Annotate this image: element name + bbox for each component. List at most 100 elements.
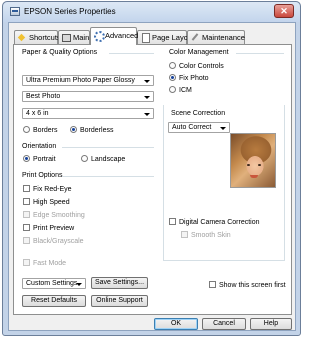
checkbox-box <box>181 231 188 238</box>
chevron-down-icon <box>144 80 150 83</box>
checkbox-box <box>23 198 30 205</box>
orientation-divider <box>62 147 154 148</box>
checkbox-box <box>169 218 176 225</box>
maintenance-icon <box>191 33 199 41</box>
edge-smoothing-label: Edge Smoothing <box>33 212 85 219</box>
checkbox-box <box>23 259 30 266</box>
icm-label: ICM <box>179 87 192 94</box>
color-group-bottom-border <box>163 260 285 261</box>
tab-main-label: Main <box>73 33 90 42</box>
page-layout-icon <box>141 33 150 43</box>
paper-size-select[interactable]: 4 x 6 in <box>22 108 154 119</box>
reset-defaults-button[interactable]: Reset Defaults <box>22 295 86 307</box>
fix-photo-radio[interactable]: Fix Photo <box>169 74 209 83</box>
save-settings-button[interactable]: Save Settings... <box>91 277 148 289</box>
black-grayscale-label: Black/Grayscale <box>33 238 84 245</box>
paper-size-value: 4 x 6 in <box>26 110 49 117</box>
borderless-label: Borderless <box>80 127 114 134</box>
borderless-radio[interactable]: Borderless <box>70 126 113 135</box>
tab-maintenance[interactable]: Maintenance <box>187 30 245 44</box>
shortcut-icon <box>18 33 26 41</box>
radio-circle-selected <box>23 155 30 162</box>
chevron-down-icon <box>144 113 150 116</box>
fix-red-eye-checkbox[interactable]: Fix Red-Eye <box>23 185 72 194</box>
quality-value: Best Photo <box>26 93 61 100</box>
radio-circle-selected <box>169 74 176 81</box>
smooth-skin-checkbox[interactable]: Smooth Skin <box>181 231 231 240</box>
settings-value: Custom Settings <box>26 280 78 287</box>
color-group-left-border <box>163 105 164 260</box>
paper-quality-group-label: Paper & Quality Options <box>22 49 100 56</box>
printer-app-icon <box>10 7 20 16</box>
borders-radio[interactable]: Borders <box>23 126 58 135</box>
chevron-down-icon <box>220 127 226 130</box>
tab-main[interactable]: Main <box>58 30 90 44</box>
high-speed-label: High Speed <box>33 199 70 206</box>
tab-shortcuts[interactable]: Shortcuts <box>14 30 61 44</box>
fix-red-eye-label: Fix Red-Eye <box>33 186 72 193</box>
checkbox-box <box>23 211 30 218</box>
checkbox-box <box>23 237 30 244</box>
black-grayscale-checkbox[interactable]: Black/Grayscale <box>23 237 84 246</box>
color-management-divider <box>236 53 284 54</box>
portrait-radio[interactable]: Portrait <box>23 155 56 164</box>
scene-correction-label: Scene Correction <box>171 110 228 117</box>
borders-label: Borders <box>33 127 58 134</box>
tab-maintenance-label: Maintenance <box>202 33 245 42</box>
preview-photo <box>230 133 276 188</box>
chevron-down-icon <box>144 96 150 99</box>
print-preview-label: Print Preview <box>33 225 75 232</box>
online-support-button[interactable]: Online Support <box>91 295 148 307</box>
properties-window: EPSON Series Properties ✕ Shortcuts Main… <box>2 1 301 336</box>
icm-radio[interactable]: ICM <box>169 86 192 95</box>
paper-type-value: Ultra Premium Photo Paper Glossy <box>26 77 135 84</box>
tab-advanced[interactable]: Advanced <box>90 27 138 45</box>
fast-mode-label: Fast Mode <box>33 260 67 267</box>
window-title: EPSON Series Properties <box>24 7 116 16</box>
print-preview-checkbox[interactable]: Print Preview <box>23 224 74 233</box>
portrait-label: Portrait <box>33 156 56 163</box>
color-controls-label: Color Controls <box>179 63 224 70</box>
checkbox-box <box>23 185 30 192</box>
landscape-radio[interactable]: Landscape <box>81 155 125 164</box>
radio-circle <box>23 126 30 133</box>
landscape-label: Landscape <box>91 156 126 163</box>
radio-circle <box>81 155 88 162</box>
tab-shortcuts-label: Shortcuts <box>29 33 61 42</box>
title-bar[interactable]: EPSON Series Properties ✕ <box>3 2 300 22</box>
checkbox-box <box>23 224 30 231</box>
fix-photo-label: Fix Photo <box>179 75 209 82</box>
orientation-group-label: Orientation <box>22 143 59 150</box>
smooth-skin-label: Smooth Skin <box>191 232 231 239</box>
fast-mode-checkbox[interactable]: Fast Mode <box>23 259 66 268</box>
color-group-right-border <box>284 105 285 260</box>
radio-circle-selected <box>70 126 77 133</box>
advanced-icon <box>94 31 105 42</box>
radio-circle <box>169 62 176 69</box>
checkbox-box <box>209 281 216 288</box>
digital-camera-correction-checkbox[interactable]: Digital Camera Correction <box>169 218 260 227</box>
settings-select[interactable]: Custom Settings <box>22 278 86 289</box>
show-screen-first-checkbox[interactable]: Show this screen first <box>209 281 286 290</box>
dialog-client: Shortcuts Main Advanced Page Layout Main… <box>8 22 296 331</box>
photo-mouth <box>250 175 258 178</box>
quality-select[interactable]: Best Photo <box>22 91 154 102</box>
high-speed-checkbox[interactable]: High Speed <box>23 198 70 207</box>
photo-eye <box>258 164 261 166</box>
tab-page-layout[interactable]: Page Layout <box>137 30 194 44</box>
edge-smoothing-checkbox[interactable]: Edge Smoothing <box>23 211 85 220</box>
close-button[interactable]: ✕ <box>274 4 294 18</box>
help-button[interactable]: Help <box>250 318 292 330</box>
scene-correction-select[interactable]: Auto Correct <box>168 122 230 133</box>
photo-eye <box>247 164 250 166</box>
paper-type-select[interactable]: Ultra Premium Photo Paper Glossy <box>22 75 154 86</box>
color-management-group-label: Color Management <box>169 49 231 56</box>
ok-button[interactable]: OK <box>154 318 198 330</box>
advanced-panel: Paper & Quality Options Ultra Premium Ph… <box>13 44 292 315</box>
digital-camera-correction-label: Digital Camera Correction <box>179 219 260 226</box>
radio-circle <box>169 86 176 93</box>
scene-correction-value: Auto Correct <box>172 124 212 131</box>
color-controls-radio[interactable]: Color Controls <box>169 62 224 71</box>
cancel-button[interactable]: Cancel <box>202 318 246 330</box>
main-icon <box>62 33 71 42</box>
